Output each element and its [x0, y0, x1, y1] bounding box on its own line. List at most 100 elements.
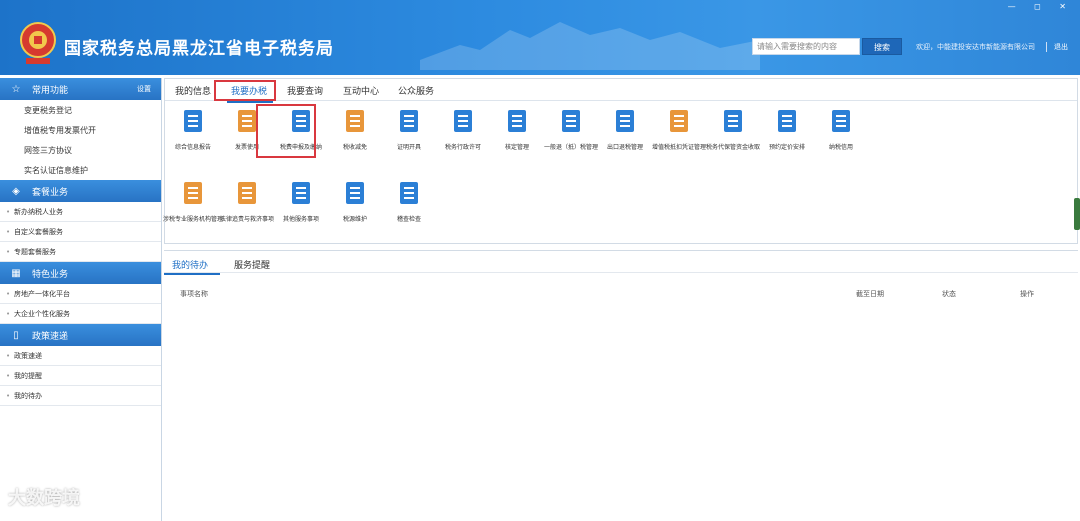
function-tile-label: 法律追责与救济事项: [219, 216, 274, 223]
function-tile-label: 涉税专业服务机构管理: [163, 216, 224, 223]
great-wall-decoration: [420, 22, 760, 70]
sidebar-section-title: 常用功能: [32, 85, 69, 96]
function-tile[interactable]: 其他服务事项: [271, 179, 331, 224]
function-tile[interactable]: 预约定价安排: [757, 107, 817, 152]
sidebar: ☆ 常用功能 设置 变更税务登记 增值税专用发票代开 网签三方协议 实名认证信息…: [0, 78, 162, 521]
function-tile-label: 税务代保管资金收取: [705, 144, 760, 151]
task-panel: 我的待办 服务提醒 事项名称 截至日期 状态 操作: [164, 250, 1078, 521]
function-tile[interactable]: 法律追责与救济事项: [217, 179, 277, 224]
highlight-box-tab: [214, 80, 276, 101]
function-tile[interactable]: 纳税信用: [811, 107, 871, 152]
barchart-icon: [670, 110, 688, 132]
tab-public-service[interactable]: 公众服务: [398, 84, 434, 97]
header-divider: [1046, 42, 1047, 52]
sidebar-item[interactable]: 实名认证信息维护: [0, 160, 161, 180]
tab-service-reminder[interactable]: 服务提醒: [234, 258, 270, 271]
safe-icon: [724, 110, 742, 132]
function-tile-label: 税务行政许可: [444, 144, 481, 151]
sidebar-item[interactable]: 大企业个性化服务: [0, 304, 161, 324]
function-tile-label: 增值税抵扣凭证管理: [651, 144, 706, 151]
function-tile-label: 出口退税管理: [606, 144, 643, 151]
main-tabs: 我的信息 我要办税 我要查询 互动中心 公众服务: [165, 79, 1077, 103]
function-tile[interactable]: 一般退（抵）税管理: [541, 107, 601, 152]
function-tile-label: 其他服务事项: [282, 216, 319, 223]
column-header-name: 事项名称: [180, 290, 208, 298]
sidebar-section-policy[interactable]: ▯ 政策速递: [0, 324, 161, 346]
function-tile[interactable]: 稽查检查: [379, 179, 439, 224]
function-tile[interactable]: 出口退税管理: [595, 107, 655, 152]
plant-icon: [832, 110, 850, 132]
tab-my-info[interactable]: 我的信息: [175, 84, 211, 97]
tab-interaction[interactable]: 互动中心: [343, 84, 379, 97]
function-tile-label: 预约定价安排: [768, 144, 805, 151]
window-controls[interactable]: — ◻ ✕: [1008, 2, 1074, 11]
site-title: 国家税务总局黑龙江省电子税务局: [64, 39, 334, 59]
sidebar-section-title: 政策速递: [32, 331, 69, 342]
function-tile[interactable]: 税收减免: [325, 107, 385, 152]
sidebar-item[interactable]: 房地产一体化平台: [0, 284, 161, 304]
hand-icon: [292, 182, 310, 204]
sidebar-item[interactable]: 我的提醒: [0, 366, 161, 386]
globe-icon: [616, 110, 634, 132]
function-tile[interactable]: 税源维护: [325, 179, 385, 224]
column-header-status: 状态: [942, 290, 956, 298]
function-tile-label: 一般退（抵）税管理: [543, 144, 598, 151]
book-icon: ▯: [13, 329, 19, 341]
welcome-text: 欢迎，中能建投安达市新能源有限公司: [916, 43, 1035, 51]
function-tile-label: 纳税信用: [828, 144, 853, 151]
task-tabs: 我的待办 服务提醒: [164, 251, 1078, 275]
building-icon: [346, 182, 364, 204]
function-tile-label: 税收减免: [342, 144, 367, 151]
sidebar-item[interactable]: 我的待办: [0, 386, 161, 406]
column-header-action: 操作: [1020, 290, 1034, 298]
highlight-box-declare: [256, 104, 316, 158]
sidebar-item[interactable]: 新办纳税人业务: [0, 202, 161, 222]
search-button[interactable]: 搜索: [862, 38, 902, 55]
sidebar-item[interactable]: 变更税务登记: [0, 100, 161, 120]
function-tile[interactable]: 增值税抵扣凭证管理: [649, 107, 709, 152]
column-header-deadline: 截至日期: [856, 290, 884, 298]
sidebar-section-title: 特色业务: [32, 269, 69, 280]
function-tile-label: 证明开具: [396, 144, 421, 151]
sidebar-item[interactable]: 网签三方协议: [0, 140, 161, 160]
sidebar-item[interactable]: 专题套餐服务: [0, 242, 161, 262]
task-table-header: 事项名称 截至日期 状态 操作: [164, 285, 1078, 303]
pin-icon: [400, 182, 418, 204]
license-icon: [454, 110, 472, 132]
function-tile-label: 稽查检查: [396, 216, 421, 223]
balloon-icon: [778, 110, 796, 132]
house-icon: [184, 182, 202, 204]
sidebar-section-common[interactable]: ☆ 常用功能 设置: [0, 78, 161, 100]
settings-link[interactable]: 设置: [137, 84, 151, 94]
function-tile[interactable]: 证明开具: [379, 107, 439, 152]
certificate-icon: [400, 110, 418, 132]
tax-emblem-icon: [20, 22, 56, 64]
sidebar-item[interactable]: 自定义套餐服务: [0, 222, 161, 242]
function-tile[interactable]: 核定管理: [487, 107, 547, 152]
moneybag-icon: [346, 110, 364, 132]
function-tile[interactable]: 税务行政许可: [433, 107, 493, 152]
function-panel: 我的信息 我要办税 我要查询 互动中心 公众服务 综合信息报告 发票使用 税费申报及…: [163, 78, 1078, 244]
sidebar-section-package[interactable]: ◈ 套餐业务: [0, 180, 161, 202]
scale-icon: [238, 182, 256, 204]
scrollbar-grip[interactable]: [1074, 198, 1080, 230]
report-icon: [184, 110, 202, 132]
sidebar-section-title: 套餐业务: [32, 187, 69, 198]
function-tile[interactable]: 综合信息报告: [163, 107, 223, 152]
watermark-text: 大数跨境: [8, 488, 80, 509]
active-tab-indicator: [164, 273, 220, 275]
sidebar-item[interactable]: 增值税专用发票代开: [0, 120, 161, 140]
function-tile-label: 核定管理: [504, 144, 529, 151]
grid-icon: ▦: [11, 267, 21, 279]
sidebar-section-featured[interactable]: ▦ 特色业务: [0, 262, 161, 284]
app-header: 国家税务总局黑龙江省电子税务局 请输入需要搜索的内容 搜索 欢迎，中能建投安达市…: [0, 0, 1080, 75]
tab-my-todo[interactable]: 我的待办: [172, 258, 208, 271]
sidebar-item[interactable]: 政策速递: [0, 346, 161, 366]
search-input[interactable]: 请输入需要搜索的内容: [752, 38, 860, 55]
function-tile-label: 税源维护: [342, 216, 367, 223]
function-tile[interactable]: 税务代保管资金收取: [703, 107, 763, 152]
function-tile-label: 综合信息报告: [174, 144, 211, 151]
logout-link[interactable]: 退出: [1054, 42, 1068, 52]
tab-query[interactable]: 我要查询: [287, 84, 323, 97]
function-tile[interactable]: 涉税专业服务机构管理: [163, 179, 223, 224]
